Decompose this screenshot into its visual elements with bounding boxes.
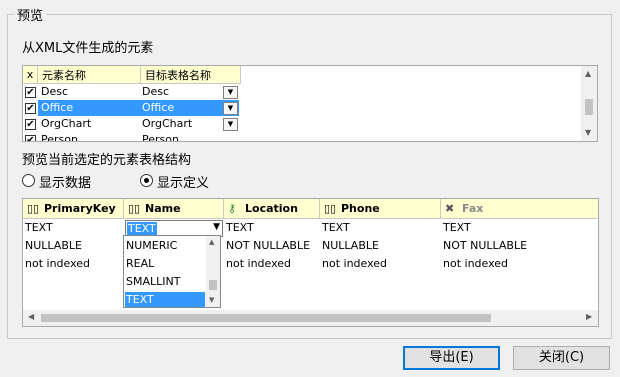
structure-horizontal-scrollbar[interactable]: ◀ ▶ — [23, 310, 598, 326]
column-header-fax[interactable]: ✖ Fax — [441, 199, 598, 219]
row-checkbox[interactable]: ✔ — [25, 87, 36, 98]
preview-structure-heading: 预览当前选定的元素表格结构 — [22, 153, 192, 168]
dropdown-scrollbar[interactable]: ▲ ▼ — [206, 236, 220, 307]
show-definition-radio[interactable] — [140, 174, 153, 187]
element-name-cell: Desc — [41, 85, 69, 98]
row-checkbox[interactable]: ✔ — [25, 135, 36, 141]
type-combobox-value[interactable]: TEXT — [127, 222, 157, 235]
header-target-table[interactable]: 目标表格名称 — [141, 66, 241, 84]
structure-cell: not indexed — [226, 257, 292, 270]
scrollbar-thumb[interactable] — [209, 280, 217, 290]
scroll-down-arrow-icon[interactable]: ▼ — [585, 128, 591, 137]
dropdown-option-selected[interactable]: TEXT — [126, 292, 204, 307]
elements-vertical-scrollbar[interactable]: ▲ ▼ — [581, 66, 597, 141]
target-dropdown-button[interactable]: ▼ — [223, 86, 238, 99]
excluded-column-icon: ✖ — [445, 202, 455, 215]
column-header-phone[interactable]: ▯▯ Phone — [320, 199, 441, 219]
row-checkbox[interactable]: ✔ — [25, 103, 36, 114]
structure-cell: NULLABLE — [25, 239, 82, 252]
element-name-cell: Office — [41, 101, 74, 114]
chevron-down-icon[interactable]: ▼ — [213, 222, 220, 232]
foreign-key-column-icon: ⚷ — [228, 202, 237, 215]
element-name-cell: OrgChart — [41, 117, 92, 130]
target-name-cell[interactable]: Office — [142, 100, 222, 116]
structure-cell: TEXT — [25, 221, 53, 234]
column-header-location[interactable]: ⚷ Location — [224, 199, 320, 219]
column-icon: ▯▯ — [324, 202, 337, 215]
element-name-cell: Person — [41, 133, 78, 142]
close-button[interactable]: 关闭(C) — [513, 346, 610, 370]
preview-group-title: 预览 — [14, 5, 47, 24]
structure-cell: not indexed — [443, 257, 509, 270]
scroll-up-arrow-icon[interactable]: ▲ — [209, 238, 214, 246]
structure-cell: NULLABLE — [322, 239, 379, 252]
scrollbar-thumb[interactable] — [41, 314, 491, 322]
scroll-down-arrow-icon[interactable]: ▼ — [209, 296, 214, 304]
target-dropdown-button[interactable]: ▼ — [223, 102, 238, 115]
export-button[interactable]: 导出(E) — [403, 346, 500, 370]
scroll-right-arrow-icon[interactable]: ▶ — [586, 312, 592, 321]
row-checkbox[interactable]: ✔ — [25, 119, 36, 130]
show-data-label[interactable]: 显示数据 — [39, 172, 91, 191]
structure-cell: not indexed — [322, 257, 388, 270]
structure-cell: TEXT — [443, 221, 471, 234]
column-icon: ▯▯ — [128, 202, 141, 215]
elements-table[interactable]: x 元素名称 目标表格名称 ✔ Desc Desc ▼ ✔ Office Off… — [22, 65, 598, 142]
type-dropdown-list[interactable]: NUMERIC REAL SMALLINT TEXT ▲ ▼ — [123, 235, 221, 308]
structure-cell: NOT NULLABLE — [226, 239, 311, 252]
structure-cell: TEXT — [322, 221, 350, 234]
dropdown-option[interactable]: REAL — [126, 256, 206, 272]
structure-cell: not indexed — [25, 257, 91, 270]
show-definition-label[interactable]: 显示定义 — [157, 172, 209, 191]
scrollbar-thumb[interactable] — [585, 99, 593, 115]
column-header-primarykey[interactable]: ▯▯ PrimaryKey — [23, 199, 124, 219]
target-name-cell[interactable]: OrgChart — [142, 116, 222, 132]
header-check: x — [23, 66, 38, 84]
dropdown-option[interactable]: NUMERIC — [126, 238, 206, 254]
target-name-cell[interactable]: Person — [142, 132, 222, 141]
elements-heading: 从XML文件生成的元素 — [22, 41, 154, 56]
scroll-left-arrow-icon[interactable]: ◀ — [28, 312, 34, 321]
key-column-icon: ▯▯ — [27, 202, 40, 215]
structure-cell: NOT NULLABLE — [443, 239, 528, 252]
show-data-radio[interactable] — [22, 174, 35, 187]
structure-cell: TEXT — [226, 221, 254, 234]
scroll-up-arrow-icon[interactable]: ▲ — [585, 69, 591, 78]
target-dropdown-button[interactable]: ▼ — [223, 118, 238, 131]
structure-table[interactable]: ▯▯ PrimaryKey ▯▯ Name ⚷ Location ▯▯ Phon… — [22, 198, 599, 327]
dropdown-option[interactable]: SMALLINT — [126, 274, 206, 290]
column-header-name[interactable]: ▯▯ Name — [124, 199, 224, 219]
target-name-cell[interactable]: Desc — [142, 84, 222, 100]
header-element-name[interactable]: 元素名称 — [38, 66, 141, 84]
